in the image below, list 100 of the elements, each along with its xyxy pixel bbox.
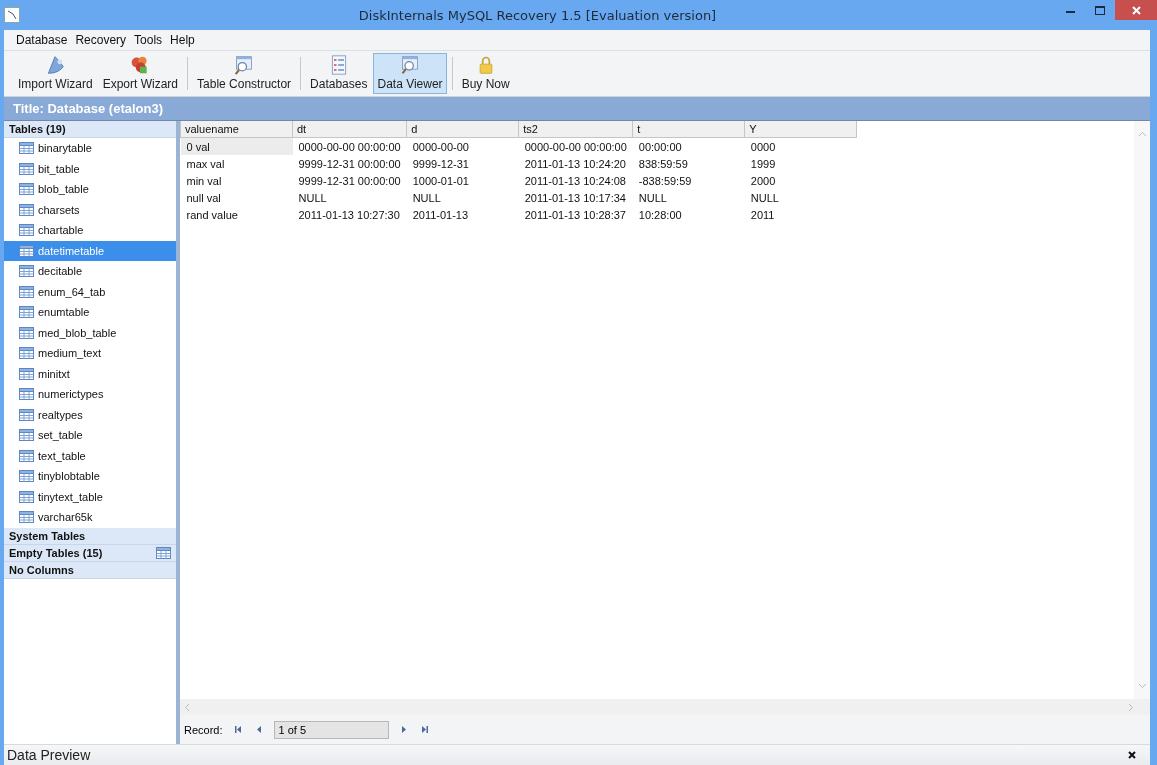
table-list-item[interactable]: tinytext_table bbox=[4, 486, 176, 507]
table-icon bbox=[19, 285, 34, 298]
table-list-item[interactable]: enum_64_tab bbox=[4, 281, 176, 302]
table-list-item[interactable]: chartable bbox=[4, 220, 176, 241]
table-cell-text: 1999 bbox=[749, 156, 777, 172]
table-list-item[interactable]: set_table bbox=[4, 425, 176, 446]
table-cell-text: 2000 bbox=[749, 173, 777, 189]
app-icon bbox=[4, 7, 20, 23]
table-icon bbox=[19, 408, 34, 421]
previous-icon bbox=[256, 726, 261, 733]
close-button[interactable] bbox=[1128, 751, 1136, 759]
record-field[interactable]: 1 of 5 bbox=[273, 720, 389, 739]
table-cell-text: 2011-01-13 10:27:30 bbox=[297, 207, 401, 223]
table-list-item[interactable]: varchar65k bbox=[4, 507, 176, 528]
table-cell-text: 2011 bbox=[749, 207, 776, 223]
scroll-up-icon bbox=[1137, 131, 1147, 137]
table-cell: 0000 bbox=[744, 137, 857, 155]
table-icon bbox=[19, 449, 34, 462]
table-icon bbox=[19, 347, 34, 360]
table-icon bbox=[19, 326, 34, 339]
table-cell-text: NULL bbox=[637, 190, 668, 206]
table-icon bbox=[19, 306, 34, 319]
table-list-item[interactable]: charsets bbox=[4, 199, 176, 220]
menu-item[interactable]: Help bbox=[166, 33, 199, 47]
table-icon bbox=[19, 203, 34, 216]
table-cell-text: -838:59:59 bbox=[637, 173, 693, 189]
next-icon bbox=[401, 726, 406, 733]
table-list-item[interactable]: decitable bbox=[4, 261, 176, 282]
record-label: Record: bbox=[184, 723, 223, 736]
toolbar-button[interactable]: Table Constructor bbox=[193, 53, 296, 94]
table-cell: 9999-12-31 00:00:00 bbox=[292, 155, 407, 172]
table-cell-text: 2011-01-13 10:24:20 bbox=[523, 156, 627, 172]
table-icon bbox=[19, 224, 34, 237]
table-cell-text: null val bbox=[185, 190, 222, 206]
table-list-item[interactable]: tinyblobtable bbox=[4, 466, 176, 487]
table-cell-text: NULL bbox=[411, 190, 442, 206]
table-cell-text: 1000-01-01 bbox=[411, 173, 470, 189]
column-header[interactable]: dt bbox=[292, 121, 407, 138]
table-icon bbox=[19, 244, 34, 257]
table-cell: 0000-00-00 bbox=[406, 137, 519, 155]
toolbar-button[interactable]: Import Wizard bbox=[14, 53, 97, 94]
section-header[interactable]: Tables (19) bbox=[4, 121, 176, 138]
column-header[interactable]: t bbox=[632, 121, 745, 138]
table-icon bbox=[19, 429, 34, 442]
table-cell-text: 838:59:59 bbox=[637, 156, 689, 172]
table-cell: max val bbox=[180, 155, 293, 172]
toolbar-button[interactable]: Buy Now bbox=[457, 53, 514, 94]
column-header[interactable]: ts2 bbox=[518, 121, 633, 138]
table-cell: 0000-00-00 00:00:00 bbox=[292, 137, 407, 155]
table-icon bbox=[19, 470, 34, 483]
scroll-right-icon bbox=[1128, 702, 1134, 712]
column-header[interactable]: valuename bbox=[180, 121, 293, 138]
table-cell-text: 9999-12-31 bbox=[411, 156, 470, 172]
scroll-down-icon bbox=[1137, 683, 1147, 689]
table-list-item[interactable]: binarytable bbox=[4, 138, 176, 159]
menu-item[interactable]: Database bbox=[12, 33, 72, 47]
table-cell-text: 9999-12-31 00:00:00 bbox=[297, 173, 402, 189]
table-cell: 00:00:00 bbox=[632, 137, 745, 155]
column-header[interactable]: Y bbox=[744, 121, 857, 138]
table-icon bbox=[19, 142, 34, 155]
close-icon bbox=[1128, 751, 1136, 759]
database-title: Title: Database (etalon3) bbox=[13, 101, 164, 116]
scroll-left-icon bbox=[184, 702, 190, 712]
table-list-item[interactable]: minitxt bbox=[4, 363, 176, 384]
table-icon bbox=[19, 162, 34, 175]
table-icon bbox=[19, 511, 34, 524]
table-icon bbox=[19, 490, 34, 503]
table-cell-text: 2011-01-13 bbox=[411, 207, 470, 223]
table-list-item[interactable]: text_table bbox=[4, 445, 176, 466]
table-list-item[interactable]: realtypes bbox=[4, 404, 176, 425]
table-icon bbox=[19, 183, 34, 196]
table-list-item[interactable]: enumtable bbox=[4, 302, 176, 323]
table-cell-text: min val bbox=[185, 173, 223, 189]
toolbar-button[interactable]: Export Wizard bbox=[98, 53, 183, 94]
panel-title: Data Preview bbox=[7, 747, 91, 763]
section-header[interactable]: System Tables bbox=[4, 527, 176, 545]
table-cell-text: 10:28:00 bbox=[637, 207, 683, 223]
table-cell-text: rand value bbox=[185, 207, 239, 223]
close-icon bbox=[1131, 5, 1141, 15]
table-list-item[interactable]: med_blob_table bbox=[4, 322, 176, 343]
table-cell-text: NULL bbox=[749, 190, 780, 206]
column-header[interactable]: d bbox=[406, 121, 519, 138]
table-cell-text: NULL bbox=[297, 190, 328, 206]
table-list-item[interactable]: medium_text bbox=[4, 343, 176, 364]
toolbar-button[interactable]: Data Viewer bbox=[373, 53, 447, 94]
toolbar-button[interactable]: Databases bbox=[306, 53, 372, 94]
table-cell: 0000-00-00 00:00:00 bbox=[518, 137, 633, 155]
last-icon bbox=[421, 726, 428, 733]
menu-item[interactable]: Tools bbox=[130, 33, 167, 47]
table-cell-text: 2011-01-13 10:24:08 bbox=[523, 173, 627, 189]
table-icon bbox=[19, 265, 34, 278]
menu-item[interactable]: Recovery bbox=[71, 33, 131, 47]
table-icon bbox=[19, 367, 34, 380]
maximize-icon bbox=[1095, 5, 1105, 15]
table-list-item[interactable]: numerictypes bbox=[4, 384, 176, 405]
window-title: DiskInternals MySQL Recovery 1.5 [Evaluation version] bbox=[357, 7, 718, 23]
table-list-item[interactable]: blob_table bbox=[4, 179, 176, 200]
table-cell-text: 2011-01-13 10:17:34 bbox=[523, 190, 627, 206]
table-icon bbox=[19, 388, 34, 401]
table-list-item[interactable]: bit_table bbox=[4, 158, 176, 179]
